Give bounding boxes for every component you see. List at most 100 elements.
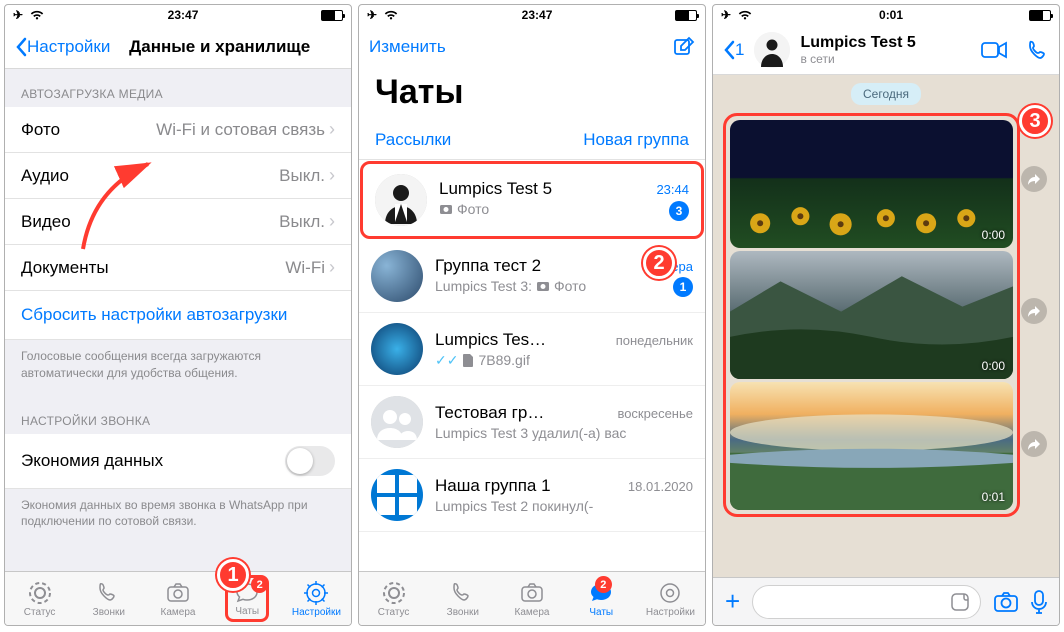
chat-messages[interactable]: Сегодня 0:00 0:00 0:01 [713,75,1059,577]
wifi-icon [29,10,45,21]
avatar [371,250,423,302]
new-group-button[interactable]: Новая группа [583,130,689,150]
row-photo[interactable]: Фото Wi-Fi и сотовая связь› [5,107,351,153]
tab-bar: Статус Звонки Камера Чаты 2 Настройки [5,571,351,625]
avatar[interactable] [754,32,790,68]
back-button[interactable]: 1 [723,40,744,60]
media-message-group: 0:00 0:00 0:01 [723,113,1020,517]
row-audio[interactable]: Аудио Выкл.› [5,153,351,199]
chevron-right-icon: › [329,257,335,278]
row-value: Выкл. [279,166,325,186]
camera-icon [536,280,550,292]
broadcast-button[interactable]: Рассылки [375,130,451,150]
chat-item-lumpics5[interactable]: Lumpics Test 5 23:44 Фото 3 [363,164,701,236]
tab-camera[interactable]: Камера [143,572,212,625]
row-docs[interactable]: Документы Wi-Fi› [5,245,351,291]
chat-time: понедельник [616,333,693,348]
chevron-left-icon [723,40,735,60]
chat-title-area[interactable]: Lumpics Test 5 в сети [800,34,971,66]
unread-badge: 1 [673,277,693,297]
tab-settings[interactable]: Настройки [636,572,705,625]
settings-scroll[interactable]: АВТОЗАГРУЗКА МЕДИА Фото Wi-Fi и сотовая … [5,69,351,571]
reset-autodownload-button[interactable]: Сбросить настройки автозагрузки [5,291,351,340]
chats-badge: 2 [251,576,268,593]
compose-icon[interactable] [673,36,695,58]
back-count: 1 [735,40,744,60]
video-duration: 0:01 [982,490,1005,504]
back-button[interactable]: Настройки [15,37,110,57]
avatar [371,469,423,521]
chat-preview: Фото [554,278,586,294]
chat-header: 1 Lumpics Test 5 в сети [713,25,1059,75]
phone-icon [96,580,122,606]
tab-label: Настройки [646,607,695,618]
row-video[interactable]: Видео Выкл.› [5,199,351,245]
video-call-icon[interactable] [981,41,1007,59]
tab-settings[interactable]: Настройки [282,572,351,625]
avatar [371,323,423,375]
video-thumbnail-2[interactable]: 0:00 [730,251,1013,379]
sticker-icon[interactable] [950,592,970,612]
wifi-icon [737,10,753,21]
chat-item-ourgroup[interactable]: Наша группа 118.01.2020 Lumpics Test 2 п… [359,459,705,532]
status-bar: ✈︎ 0:01 [713,5,1059,25]
row-label: Видео [21,212,71,232]
tab-status[interactable]: Статус [5,572,74,625]
video-thumbnail-3[interactable]: 0:01 [730,382,1013,510]
chevron-right-icon: › [329,165,335,186]
chat-subnav: Рассылки Новая группа [359,120,705,160]
chats-badge: 2 [595,576,612,593]
mic-button[interactable] [1031,590,1047,614]
tab-calls[interactable]: Звонки [74,572,143,625]
chevron-left-icon [15,37,27,57]
attach-button[interactable]: + [725,586,740,617]
tab-label: Статус [378,607,410,618]
video-duration: 0:00 [982,359,1005,373]
chat-item-testgroup[interactable]: Тестовая гр…воскресенье Lumpics Test 3 у… [359,386,705,459]
chat-time: 18.01.2020 [628,479,693,494]
tab-camera[interactable]: Камера [497,572,566,625]
chat-name: Lumpics Test 5 [439,179,552,199]
row-label: Документы [21,258,109,278]
camera-button[interactable] [993,591,1019,613]
gear-icon [657,580,683,606]
forward-button[interactable] [1021,431,1047,457]
chevron-right-icon: › [329,119,335,140]
chats-scroll[interactable]: Lumpics Test 523:44 Фото3 Группа тест 2в… [359,160,705,571]
status-icon [27,580,53,606]
status-bar: ✈︎ 23:47 [359,5,705,25]
camera-icon [439,203,453,215]
chat-item-lumpics-tes[interactable]: Lumpics Tes…понедельник ✓✓7B89.gif [359,313,705,386]
video-thumbnail-1[interactable]: 0:00 [730,120,1013,248]
section-header-media: АВТОЗАГРУЗКА МЕДИА [5,69,351,107]
tab-status[interactable]: Статус [359,572,428,625]
chat-preview: Lumpics Test 3 удалил(-а) вас [435,425,693,441]
unread-badge: 3 [669,201,689,221]
video-duration: 0:00 [982,228,1005,242]
camera-icon [165,580,191,606]
row-label: Экономия данных [21,451,163,471]
screen-settings: ✈︎ 23:47 Настройки Данные и хранилище АВ… [4,4,352,626]
annotation-highlight: Lumpics Test 5 23:44 Фото 3 [360,161,704,239]
gear-icon [303,580,329,606]
nav-bar: Настройки Данные и хранилище [5,25,351,69]
data-saving-toggle[interactable] [285,446,335,476]
chat-title: Lumpics Test 5 [800,34,971,52]
tab-label: Камера [515,607,550,618]
airplane-icon: ✈︎ [721,8,731,22]
forward-button[interactable] [1021,298,1047,324]
chat-time: 23:44 [656,182,689,197]
chat-time: воскресенье [617,406,693,421]
tab-chats[interactable]: Чаты2 [567,572,636,625]
edit-button[interactable]: Изменить [369,37,446,57]
chat-name: Lumpics Tes… [435,330,546,350]
chat-preview: Фото [457,201,489,217]
document-icon [462,353,474,367]
chat-preview: Lumpics Test 2 покинул(- [435,498,693,514]
message-input[interactable] [752,585,981,619]
tab-calls[interactable]: Звонки [428,572,497,625]
voice-call-icon[interactable] [1027,39,1049,61]
forward-button[interactable] [1021,166,1047,192]
date-separator: Сегодня [851,83,921,105]
annotation-badge-3: 3 [1019,105,1051,137]
